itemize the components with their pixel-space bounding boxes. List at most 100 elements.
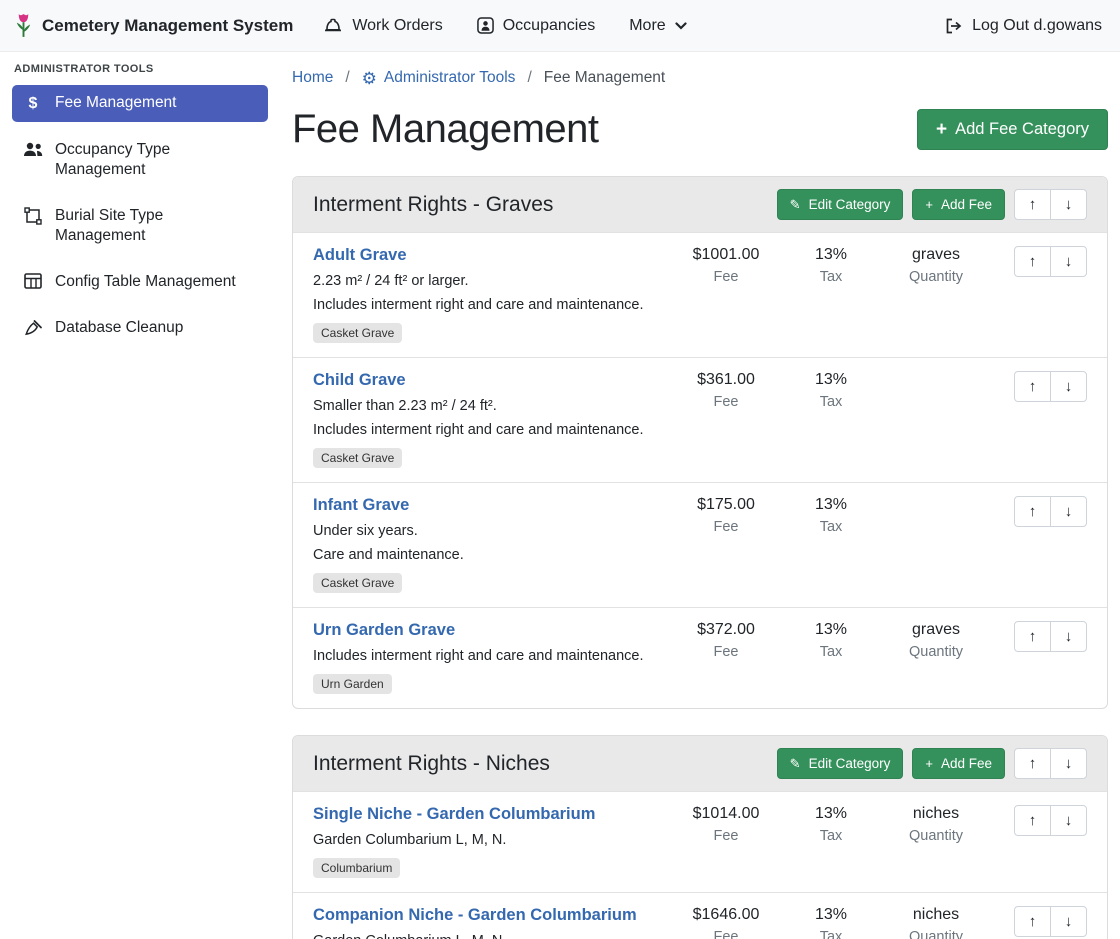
fee-category-card-graves: Interment Rights - Graves ✎ Edit Categor… xyxy=(292,176,1108,709)
quantity-value: niches xyxy=(877,805,995,823)
table-icon xyxy=(22,272,44,289)
fee-row-child-grave: Child Grave Smaller than 2.23 m² / 24 ft… xyxy=(293,357,1107,482)
fee-type-badge: Casket Grave xyxy=(313,323,402,343)
arrow-down-icon: ↓ xyxy=(1065,628,1073,645)
tax-value: 13% xyxy=(785,371,877,389)
sidebar-item-database-cleanup[interactable]: Database Cleanup xyxy=(12,310,268,346)
quantity-value: niches xyxy=(877,906,995,924)
fee-row-urn-garden-grave: Urn Garden Grave Includes interment righ… xyxy=(293,607,1107,708)
fee-category-card-niches: Interment Rights - Niches ✎ Edit Categor… xyxy=(292,735,1108,939)
breadcrumb-home-link[interactable]: Home xyxy=(292,69,333,87)
broom-icon xyxy=(22,318,44,337)
fee-type-badge: Casket Grave xyxy=(313,573,402,593)
move-category-down-button[interactable]: ↓ xyxy=(1050,748,1087,779)
arrow-up-icon: ↑ xyxy=(1029,503,1037,520)
tax-value: 13% xyxy=(785,805,877,823)
dollar-icon: $ xyxy=(22,93,44,114)
logout-icon xyxy=(945,18,963,34)
move-fee-up-button[interactable]: ↑ xyxy=(1014,805,1051,836)
arrow-up-icon: ↑ xyxy=(1029,913,1037,930)
fee-type-badge: Urn Garden xyxy=(313,674,392,694)
fee-description: Care and maintenance. xyxy=(313,547,659,563)
quantity-label: Quantity xyxy=(877,828,995,844)
edit-category-button[interactable]: ✎ Edit Category xyxy=(777,189,904,220)
fee-name-link[interactable]: Single Niche - Garden Columbarium xyxy=(313,805,595,823)
fee-row-companion-niche: Companion Niche - Garden Columbarium Gar… xyxy=(293,892,1107,939)
breadcrumb: Home / ⚙ Administrator Tools / Fee Manag… xyxy=(292,65,1108,101)
move-fee-up-button[interactable]: ↑ xyxy=(1014,371,1051,402)
arrow-up-icon: ↑ xyxy=(1029,253,1037,270)
move-fee-up-button[interactable]: ↑ xyxy=(1014,496,1051,527)
move-fee-down-button[interactable]: ↓ xyxy=(1050,496,1087,527)
move-fee-up-button[interactable]: ↑ xyxy=(1014,621,1051,652)
arrow-up-icon: ↑ xyxy=(1029,196,1037,213)
fee-type-badge: Casket Grave xyxy=(313,448,402,468)
sidebar-item-occupancy-type-management[interactable]: Occupancy Type Management xyxy=(12,132,268,188)
move-fee-up-button[interactable]: ↑ xyxy=(1014,906,1051,937)
arrow-up-icon: ↑ xyxy=(1029,812,1037,829)
sidebar-item-fee-management[interactable]: $ Fee Management xyxy=(12,85,268,122)
fee-row-adult-grave: Adult Grave 2.23 m² / 24 ft² or larger. … xyxy=(293,232,1107,357)
move-category-up-button[interactable]: ↑ xyxy=(1014,748,1051,779)
logout-button[interactable]: Log Out d.gowans xyxy=(945,17,1102,35)
add-fee-button[interactable]: + Add Fee xyxy=(912,748,1005,779)
move-fee-down-button[interactable]: ↓ xyxy=(1050,906,1087,937)
arrow-down-icon: ↓ xyxy=(1065,812,1073,829)
breadcrumb-current: Fee Management xyxy=(544,69,666,87)
arrow-up-icon: ↑ xyxy=(1029,628,1037,645)
arrow-up-icon: ↑ xyxy=(1029,755,1037,772)
nav-links: Work Orders Occupancies More xyxy=(323,17,686,35)
app-brand[interactable]: Cemetery Management System xyxy=(14,12,293,39)
edit-category-button[interactable]: ✎ Edit Category xyxy=(777,748,904,779)
sidebar-item-config-table-management[interactable]: Config Table Management xyxy=(12,264,268,300)
vector-square-icon xyxy=(22,206,44,225)
page-title: Fee Management xyxy=(292,107,599,152)
category-header: Interment Rights - Graves ✎ Edit Categor… xyxy=(293,177,1107,232)
fee-name-link[interactable]: Infant Grave xyxy=(313,496,409,514)
nav-work-orders[interactable]: Work Orders xyxy=(323,17,442,35)
fee-type-badge: Columbarium xyxy=(313,858,400,878)
tax-label: Tax xyxy=(785,394,877,410)
add-fee-button[interactable]: + Add Fee xyxy=(912,189,1005,220)
fee-name-link[interactable]: Companion Niche - Garden Columbarium xyxy=(313,906,637,924)
fee-row-single-niche: Single Niche - Garden Columbarium Garden… xyxy=(293,791,1107,892)
quantity-label: Quantity xyxy=(877,644,995,660)
move-category-up-button[interactable]: ↑ xyxy=(1014,189,1051,220)
nav-occupancies[interactable]: Occupancies xyxy=(477,17,596,35)
sidebar-item-burial-site-type-management[interactable]: Burial Site Type Management xyxy=(12,198,268,254)
arrow-down-icon: ↓ xyxy=(1065,196,1073,213)
breadcrumb-admin-tools-link[interactable]: ⚙ Administrator Tools xyxy=(362,69,516,87)
move-fee-down-button[interactable]: ↓ xyxy=(1050,621,1087,652)
arrow-down-icon: ↓ xyxy=(1065,913,1073,930)
fee-description: 2.23 m² / 24 ft² or larger. xyxy=(313,273,659,289)
move-category-down-button[interactable]: ↓ xyxy=(1050,189,1087,220)
move-fee-up-button[interactable]: ↑ xyxy=(1014,246,1051,277)
quantity-label: Quantity xyxy=(877,929,995,939)
fee-label: Fee xyxy=(667,394,785,410)
move-fee-down-button[interactable]: ↓ xyxy=(1050,371,1087,402)
breadcrumb-separator: / xyxy=(527,69,531,87)
category-title: Interment Rights - Graves xyxy=(313,193,553,217)
nav-more-menu[interactable]: More xyxy=(629,17,686,35)
fee-name-link[interactable]: Adult Grave xyxy=(313,246,407,264)
pencil-icon: ✎ xyxy=(790,198,801,211)
move-fee-down-button[interactable]: ↓ xyxy=(1050,805,1087,836)
arrow-down-icon: ↓ xyxy=(1065,755,1073,772)
fee-name-link[interactable]: Child Grave xyxy=(313,371,406,389)
quantity-label: Quantity xyxy=(877,269,995,285)
fee-row-infant-grave: Infant Grave Under six years. Care and m… xyxy=(293,482,1107,607)
move-fee-down-button[interactable]: ↓ xyxy=(1050,246,1087,277)
hard-hat-icon xyxy=(323,18,343,33)
add-fee-category-button[interactable]: + Add Fee Category xyxy=(917,109,1108,150)
fee-label: Fee xyxy=(667,828,785,844)
tax-value: 13% xyxy=(785,621,877,639)
breadcrumb-separator: / xyxy=(345,69,349,87)
category-header: Interment Rights - Niches ✎ Edit Categor… xyxy=(293,736,1107,791)
main-content: Home / ⚙ Administrator Tools / Fee Manag… xyxy=(280,52,1120,939)
fee-name-link[interactable]: Urn Garden Grave xyxy=(313,621,455,639)
tax-label: Tax xyxy=(785,269,877,285)
fee-description: Garden Columbarium L, M, N. xyxy=(313,933,659,939)
users-icon xyxy=(22,140,44,157)
sidebar-heading: Administrator Tools xyxy=(12,63,268,85)
quantity-value: graves xyxy=(877,246,995,264)
